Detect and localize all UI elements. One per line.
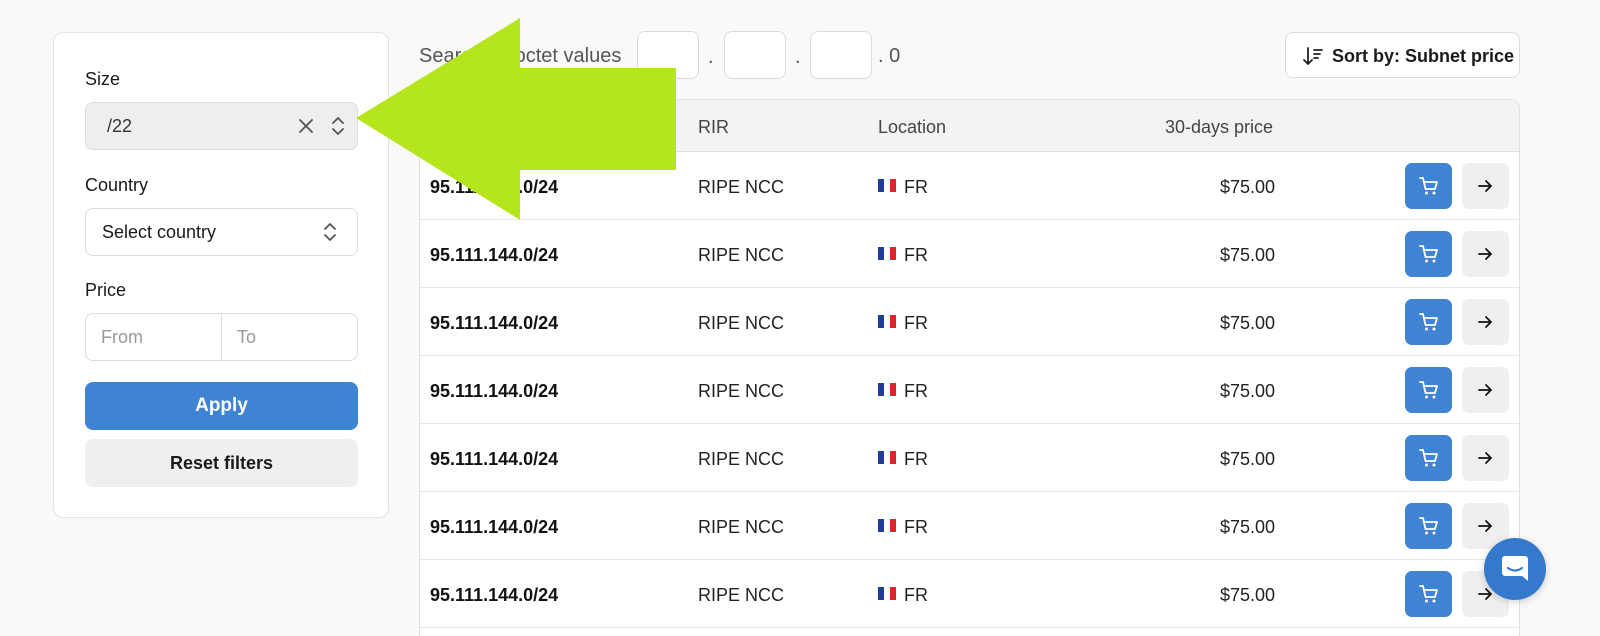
- rir-cell: RIPE NCC: [698, 245, 785, 265]
- price-cell: $75.00: [1219, 381, 1275, 401]
- octet-separator: .: [708, 46, 714, 68]
- flag-fr-icon: [878, 383, 896, 396]
- view-details-button[interactable]: [1462, 299, 1509, 345]
- column-header-location: Location: [878, 117, 947, 137]
- rir-cell: RIPE NCC: [698, 449, 785, 469]
- country-label: Country: [85, 175, 149, 195]
- table-row: 95.111.144.0/24 RIPE NCC FR $75.00: [420, 288, 1519, 356]
- table-row: 95.111.144.0/24 RIPE NCC FR $75.00: [420, 424, 1519, 492]
- subnet-cell: 95.111.144.0/24: [430, 517, 559, 537]
- country-cell: FR: [904, 313, 928, 333]
- table-row: 95.111.144.0/24 RIPE NCC FR $75.00: [420, 356, 1519, 424]
- apply-button[interactable]: Apply: [85, 382, 358, 430]
- octet-input-3[interactable]: [810, 31, 872, 79]
- price-cell: $75.00: [1219, 585, 1275, 605]
- table-row: 95.111.144.0/24 RIPE NCC FR $75.00: [420, 492, 1519, 560]
- octet-suffix: . 0: [878, 45, 901, 67]
- price-range: [85, 313, 358, 361]
- subnet-cell: 95.111.144.0/24: [430, 313, 559, 333]
- shopping-cart-icon: [1419, 177, 1438, 195]
- country-cell: FR: [904, 517, 928, 537]
- price-cell: $75.00: [1219, 313, 1275, 333]
- arrow-left-icon: [356, 18, 676, 220]
- shopping-cart-icon: [1419, 313, 1438, 331]
- rir-cell: RIPE NCC: [698, 177, 785, 197]
- rir-cell: RIPE NCC: [698, 585, 785, 605]
- add-to-cart-button[interactable]: [1405, 503, 1452, 549]
- price-label: Price: [85, 280, 127, 300]
- reset-filters-button[interactable]: Reset filters: [85, 439, 358, 487]
- close-icon[interactable]: [296, 116, 316, 136]
- country-cell: FR: [904, 245, 928, 265]
- sort-label: Sort by: Subnet price: [1332, 46, 1515, 66]
- flag-fr-icon: [878, 519, 896, 532]
- rir-cell: RIPE NCC: [698, 517, 785, 537]
- country-cell: FR: [904, 381, 928, 401]
- shopping-cart-icon: [1419, 517, 1438, 535]
- price-from-input[interactable]: [86, 314, 221, 360]
- flag-fr-icon: [878, 587, 896, 600]
- rir-cell: RIPE NCC: [698, 313, 785, 333]
- price-cell: $75.00: [1219, 517, 1275, 537]
- add-to-cart-button[interactable]: [1405, 299, 1452, 345]
- subnet-cell: 95.111.144.0/24: [430, 381, 559, 401]
- arrow-right-icon: [1478, 384, 1492, 396]
- view-details-button[interactable]: [1462, 231, 1509, 277]
- flag-fr-icon: [878, 315, 896, 328]
- shopping-cart-icon: [1419, 585, 1438, 603]
- price-to-input[interactable]: [222, 314, 357, 360]
- octet-input-2[interactable]: [724, 31, 786, 79]
- price-cell: $75.00: [1219, 449, 1275, 469]
- sort-button[interactable]: Sort by: Subnet price: [1285, 32, 1520, 78]
- country-cell: FR: [904, 585, 928, 605]
- table-row: 95.111.144.0/24 RIPE NCC FR $75.00: [420, 220, 1519, 288]
- view-details-button[interactable]: [1462, 367, 1509, 413]
- shopping-cart-icon: [1419, 449, 1438, 467]
- country-select[interactable]: Select country: [85, 208, 358, 256]
- chat-icon: [1502, 556, 1528, 581]
- filter-panel: Size /22 Country Select country Price Ap…: [53, 32, 389, 518]
- arrow-right-icon: [1478, 248, 1492, 260]
- size-value: /22: [107, 116, 133, 136]
- sort-descending-icon: [1302, 45, 1324, 67]
- arrow-right-icon: [1478, 452, 1492, 464]
- chevron-up-down-icon: [320, 221, 340, 243]
- add-to-cart-button[interactable]: [1405, 571, 1452, 617]
- flag-fr-icon: [878, 179, 896, 192]
- add-to-cart-button[interactable]: [1405, 231, 1452, 277]
- arrow-right-icon: [1478, 316, 1492, 328]
- size-select[interactable]: /22: [85, 102, 358, 150]
- shopping-cart-icon: [1419, 245, 1438, 263]
- octet-separator: .: [795, 46, 801, 68]
- price-cell: $75.00: [1219, 245, 1275, 265]
- country-value: Select country: [102, 222, 217, 242]
- add-to-cart-button[interactable]: [1405, 367, 1452, 413]
- view-details-button[interactable]: [1462, 435, 1509, 481]
- arrow-right-icon: [1478, 180, 1492, 192]
- rir-cell: RIPE NCC: [698, 381, 785, 401]
- chevron-up-down-icon: [328, 115, 348, 137]
- add-to-cart-button[interactable]: [1405, 435, 1452, 481]
- column-header-rir: RIR: [698, 117, 729, 137]
- flag-fr-icon: [878, 451, 896, 464]
- flag-fr-icon: [878, 247, 896, 260]
- price-cell: $75.00: [1219, 177, 1275, 197]
- subnet-cell: 95.111.144.0/24: [430, 245, 559, 265]
- country-cell: FR: [904, 449, 928, 469]
- table-row: 95.111.144.0/24 RIPE NCC FR $75.00: [420, 560, 1519, 628]
- arrow-right-icon: [1478, 520, 1492, 532]
- subnet-cell: 95.111.144.0/24: [430, 585, 559, 605]
- chat-launcher-button[interactable]: [1484, 538, 1546, 600]
- country-cell: FR: [904, 177, 928, 197]
- size-label: Size: [85, 69, 121, 89]
- view-details-button[interactable]: [1462, 163, 1509, 209]
- column-header-price: 30-days price: [1165, 117, 1274, 137]
- subnet-cell: 95.111.144.0/24: [430, 449, 559, 469]
- add-to-cart-button[interactable]: [1405, 163, 1452, 209]
- shopping-cart-icon: [1419, 381, 1438, 399]
